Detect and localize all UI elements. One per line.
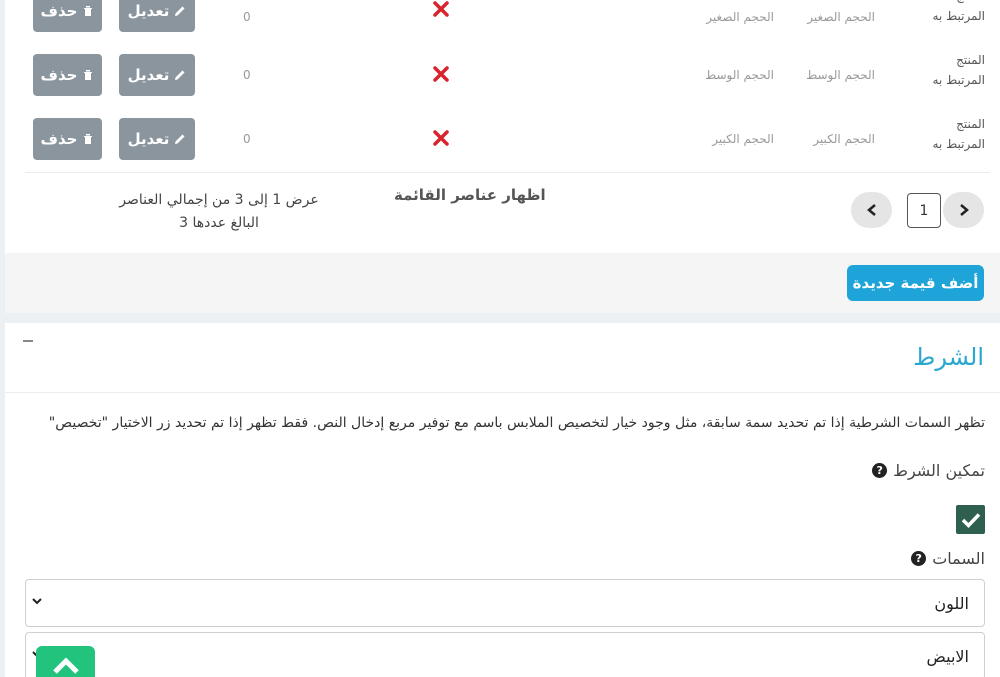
trash-icon	[84, 70, 93, 80]
trash-icon	[84, 134, 93, 144]
pager-next-button[interactable]	[851, 192, 892, 228]
values-table-panel: المنتج المرتبط به الحجم الصغير الحجم الص…	[5, 0, 1000, 253]
cross-icon	[433, 130, 449, 146]
attributes-text: السمات	[932, 549, 985, 568]
attribute-select-value: اللون	[934, 594, 969, 613]
size-en-cell: الحجم الصغير	[706, 10, 774, 24]
table-row: المنتج المرتبط به الحجم الوسط الحجم الوس…	[5, 44, 1000, 108]
pencil-icon	[175, 70, 185, 80]
delete-button[interactable]: حذف	[33, 118, 102, 160]
table-divider	[25, 172, 990, 173]
edit-label: تعديل	[127, 2, 170, 20]
chevron-down-icon	[32, 598, 42, 605]
pager-page-1[interactable]: 1	[907, 193, 941, 228]
product-name-cell: المنتج المرتبط به	[932, 53, 986, 87]
delete-button[interactable]: حذف	[33, 54, 102, 96]
enable-condition-checkbox[interactable]	[956, 505, 985, 534]
attribute-select[interactable]: اللون	[25, 579, 985, 627]
value-select-value: الابيض	[926, 647, 969, 666]
cross-icon	[433, 66, 449, 82]
edit-label: تعديل	[127, 130, 170, 148]
pencil-icon	[175, 6, 185, 16]
table-row: المنتج المرتبط به الحجم الكبير الحجم الك…	[5, 108, 1000, 172]
trash-icon	[84, 6, 93, 16]
condition-title: الشرط	[913, 343, 984, 371]
scroll-to-top-button[interactable]	[36, 646, 95, 677]
help-icon[interactable]: ?	[872, 463, 888, 478]
enable-condition-text: تمكين الشرط	[893, 461, 985, 480]
product-name-cell: المنتج المرتبط به	[932, 0, 986, 23]
condition-panel: الشرط تظهر السمات الشرطية إذا تم تحديد س…	[5, 323, 1000, 677]
count-cell: 0	[243, 10, 251, 24]
edit-label: تعديل	[127, 66, 170, 84]
size-en-cell: الحجم الوسط	[705, 68, 774, 82]
checkmark-icon	[961, 512, 980, 528]
help-icon[interactable]: ?	[911, 551, 927, 566]
edit-button[interactable]: تعديل	[119, 0, 195, 32]
product-name-cell: المنتج المرتبط به	[932, 117, 986, 151]
edit-button[interactable]: تعديل	[119, 54, 195, 96]
delete-label: حذف	[40, 130, 78, 148]
delete-label: حذف	[40, 66, 78, 84]
table-row: المنتج المرتبط به الحجم الصغير الحجم الص…	[5, 0, 1000, 44]
size-ar-cell: الحجم الكبير	[813, 132, 875, 146]
chevron-up-icon	[52, 657, 79, 674]
size-ar-cell: الحجم الصغير	[807, 10, 875, 24]
collapse-icon[interactable]	[23, 340, 33, 342]
show-items-label: اظهار عناصر القائمة	[394, 186, 546, 204]
size-en-cell: الحجم الكبير	[712, 132, 774, 146]
enable-condition-label: تمكين الشرط ?	[872, 461, 985, 480]
delete-label: حذف	[40, 2, 78, 20]
count-cell: 0	[243, 68, 251, 82]
pagination-summary: عرض 1 إلى 3 من إجمالي العناصر البالغ عدد…	[119, 192, 319, 231]
chevron-right-icon	[959, 204, 969, 216]
pencil-icon	[175, 134, 185, 144]
condition-description: تظهر السمات الشرطية إذا تم تحديد سمة ساب…	[48, 415, 985, 431]
edit-button[interactable]: تعديل	[119, 118, 195, 160]
cross-icon	[433, 1, 449, 17]
pager-prev-button[interactable]	[943, 192, 984, 228]
delete-button[interactable]: حذف	[33, 0, 102, 32]
size-ar-cell: الحجم الوسط	[806, 68, 875, 82]
condition-divider	[5, 392, 1000, 393]
count-cell: 0	[243, 132, 251, 146]
add-value-button[interactable]: أضف قيمة جديدة	[847, 265, 984, 301]
chevron-left-icon	[866, 204, 876, 216]
attributes-label: السمات ?	[911, 549, 985, 568]
value-select[interactable]: الابيض	[25, 632, 985, 677]
